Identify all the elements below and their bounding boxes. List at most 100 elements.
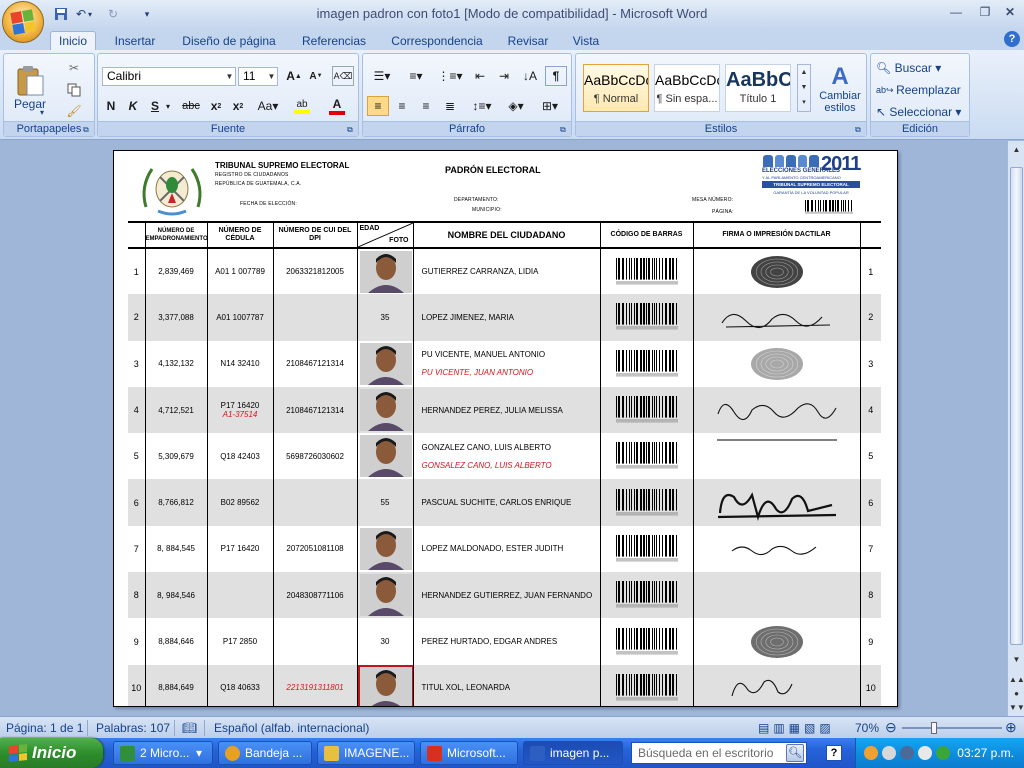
sort-icon[interactable]: ↓A bbox=[519, 66, 541, 86]
superscript-icon[interactable]: x2 bbox=[228, 96, 248, 116]
change-styles-button[interactable]: A Cambiar estilos bbox=[816, 58, 864, 120]
word-count[interactable]: Palabras: 107 bbox=[96, 721, 170, 735]
style-heading-1[interactable]: AaBbC Título 1 bbox=[725, 64, 791, 112]
col-foto-label: FOTO bbox=[389, 237, 409, 244]
proofing-icon[interactable]: 📖︎ bbox=[182, 721, 197, 735]
language[interactable]: Español (alfab. internacional) bbox=[214, 721, 369, 735]
close-icon[interactable]: ✕ bbox=[998, 3, 1022, 21]
clear-format-icon[interactable]: A⌫ bbox=[332, 66, 354, 86]
tab-correspondencia[interactable]: Correspondencia bbox=[386, 31, 488, 50]
underline-icon[interactable]: S bbox=[146, 96, 164, 116]
scroll-down-icon[interactable]: ▼ bbox=[1009, 653, 1024, 667]
font-family-dropdown-icon[interactable]: ▼ bbox=[224, 68, 235, 85]
highlight-color-icon[interactable]: ab bbox=[288, 96, 316, 116]
style-no-spacing[interactable]: AaBbCcDc ¶ Sin espa... bbox=[654, 64, 720, 112]
shrink-font-icon[interactable]: A ▼ bbox=[306, 66, 326, 86]
styles-scroll[interactable]: ▲ ▼ ▾ bbox=[797, 64, 811, 112]
align-right-icon[interactable]: ≡ bbox=[415, 96, 437, 116]
zoom-in-icon[interactable]: ⊕ bbox=[1005, 719, 1017, 736]
numbering-icon[interactable]: ≡▾ bbox=[401, 66, 431, 86]
find-button[interactable]: 🔍︎ Buscar ▾ bbox=[875, 58, 967, 78]
taskbar-btn-bandeja[interactable]: Bandeja ... bbox=[218, 741, 312, 765]
strikethrough-icon[interactable]: abc bbox=[178, 96, 204, 116]
vertical-scrollbar[interactable]: ▲ ▼ ▲▲ ● ▼▼ bbox=[1007, 141, 1024, 716]
tray-search-icon[interactable] bbox=[918, 746, 932, 760]
cui-cell: 5698726030602 bbox=[272, 433, 357, 480]
search-help-icon[interactable]: ? bbox=[826, 745, 842, 761]
tab-revisar[interactable]: Revisar bbox=[500, 31, 556, 50]
nombre-cell: HERNANDEZ PEREZ, JULIA MELISSA bbox=[412, 386, 600, 434]
borders-icon[interactable]: ⊞▾ bbox=[535, 96, 565, 116]
tab-diseno-pagina[interactable]: Diseño de página bbox=[176, 31, 282, 50]
zoom-level[interactable]: 70% bbox=[855, 721, 879, 735]
underline-dropdown-icon[interactable]: ▾ bbox=[164, 96, 172, 116]
replace-button[interactable]: ab↪ Reemplazar bbox=[875, 80, 967, 100]
align-center-icon[interactable]: ≡ bbox=[391, 96, 413, 116]
office-button[interactable] bbox=[2, 1, 44, 43]
decrease-indent-icon[interactable]: ⇤ bbox=[469, 66, 491, 86]
justify-icon[interactable]: ≣ bbox=[439, 96, 461, 116]
prev-page-icon[interactable]: ▲▲ bbox=[1009, 673, 1024, 687]
start-button[interactable]: Inicio bbox=[0, 738, 103, 768]
cut-icon[interactable]: ✂ bbox=[62, 58, 86, 78]
clipboard-launcher-icon[interactable]: ⧉ bbox=[83, 125, 92, 134]
scroll-thumb[interactable] bbox=[1010, 167, 1023, 645]
paste-dropdown-icon[interactable]: ▾ bbox=[40, 108, 44, 117]
tab-insertar[interactable]: Insertar bbox=[106, 31, 164, 50]
tray-security-icon[interactable] bbox=[936, 746, 950, 760]
minimize-icon[interactable]: — bbox=[944, 3, 968, 21]
change-case-icon[interactable]: Aa▾ bbox=[254, 96, 282, 116]
zoom-slider[interactable] bbox=[902, 727, 1002, 729]
table-row: 7 8, 884,545 P17 16420 2072051081108 LOP… bbox=[128, 525, 881, 573]
taskbar-btn-imagenes[interactable]: IMAGENE... bbox=[317, 741, 415, 765]
tray-app-icon[interactable] bbox=[864, 746, 878, 760]
zoom-slider-thumb[interactable] bbox=[931, 722, 937, 734]
powerpoint-icon bbox=[427, 746, 442, 761]
paste-button[interactable]: Pegar bbox=[8, 58, 52, 118]
increase-indent-icon[interactable]: ⇥ bbox=[493, 66, 515, 86]
search-go-icon[interactable]: 🔍︎ bbox=[786, 744, 804, 762]
align-left-icon[interactable]: ≡ bbox=[367, 96, 389, 116]
restore-icon[interactable]: ❐ bbox=[973, 3, 997, 21]
taskbar-btn-excel[interactable]: 2 Micro... ▾ bbox=[113, 741, 213, 765]
tab-vista[interactable]: Vista bbox=[566, 31, 606, 50]
font-color-icon[interactable]: A bbox=[322, 96, 352, 116]
font-size-combo[interactable]: 11 ▼ bbox=[238, 67, 278, 86]
desktop-search-input[interactable]: Búsqueda en el escritorio bbox=[631, 742, 807, 764]
zoom-out-icon[interactable]: ⊖ bbox=[885, 719, 897, 736]
bold-icon[interactable]: N bbox=[102, 96, 120, 116]
style-normal[interactable]: AaBbCcDc ¶ Normal bbox=[583, 64, 649, 112]
grow-font-icon[interactable]: A ▲ bbox=[284, 66, 304, 86]
tab-referencias[interactable]: Referencias bbox=[296, 31, 372, 50]
table-row: 5 5,309,679 Q18 42403 5698726030602 GONZ… bbox=[128, 433, 881, 480]
format-painter-icon[interactable]: 🖌 bbox=[62, 101, 86, 121]
taskbar-btn-microsoft[interactable]: Microsoft... bbox=[420, 741, 518, 765]
next-page-icon[interactable]: ▼▼ bbox=[1009, 701, 1024, 715]
font-launcher-icon[interactable]: ⧉ bbox=[347, 125, 356, 134]
font-size-dropdown-icon[interactable]: ▼ bbox=[266, 68, 277, 85]
tray-audio-icon[interactable] bbox=[900, 746, 914, 760]
show-marks-icon[interactable]: ¶ bbox=[545, 66, 567, 86]
scroll-up-icon[interactable]: ▲ bbox=[1009, 143, 1024, 157]
multilevel-list-icon[interactable]: ⋮≡▾ bbox=[435, 66, 465, 86]
cui-cell: 2048308771106 bbox=[272, 572, 357, 619]
line-spacing-icon[interactable]: ↕≡▾ bbox=[467, 96, 497, 116]
help-icon[interactable]: ? bbox=[1004, 31, 1020, 47]
italic-icon[interactable]: K bbox=[124, 96, 142, 116]
subscript-icon[interactable]: x2 bbox=[206, 96, 226, 116]
bullets-icon[interactable]: ☰▾ bbox=[367, 66, 397, 86]
tray-network-icon[interactable] bbox=[882, 746, 896, 760]
paragraph-launcher-icon[interactable]: ⧉ bbox=[560, 125, 569, 134]
document-page[interactable]: TRIBUNAL SUPREMO ELECTORAL REGISTRO DE C… bbox=[113, 150, 898, 707]
font-family-combo[interactable]: Calibri ▼ bbox=[102, 67, 236, 86]
copy-icon[interactable] bbox=[62, 80, 86, 100]
browse-object-icon[interactable]: ● bbox=[1009, 687, 1024, 701]
view-buttons[interactable]: ▤▥▦▧▨ bbox=[758, 721, 835, 735]
shading-icon[interactable]: ◈▾ bbox=[501, 96, 531, 116]
page-count[interactable]: Página: 1 de 1 bbox=[6, 721, 83, 735]
tab-inicio[interactable]: Inicio bbox=[50, 31, 96, 50]
select-button[interactable]: ↖ Seleccionar ▾ bbox=[875, 102, 967, 122]
taskbar-btn-word[interactable]: imagen p... bbox=[523, 741, 623, 765]
nombre-cell: HERNANDEZ GUTIERREZ, JUAN FERNANDO bbox=[412, 572, 600, 619]
styles-launcher-icon[interactable]: ⧉ bbox=[855, 125, 864, 134]
